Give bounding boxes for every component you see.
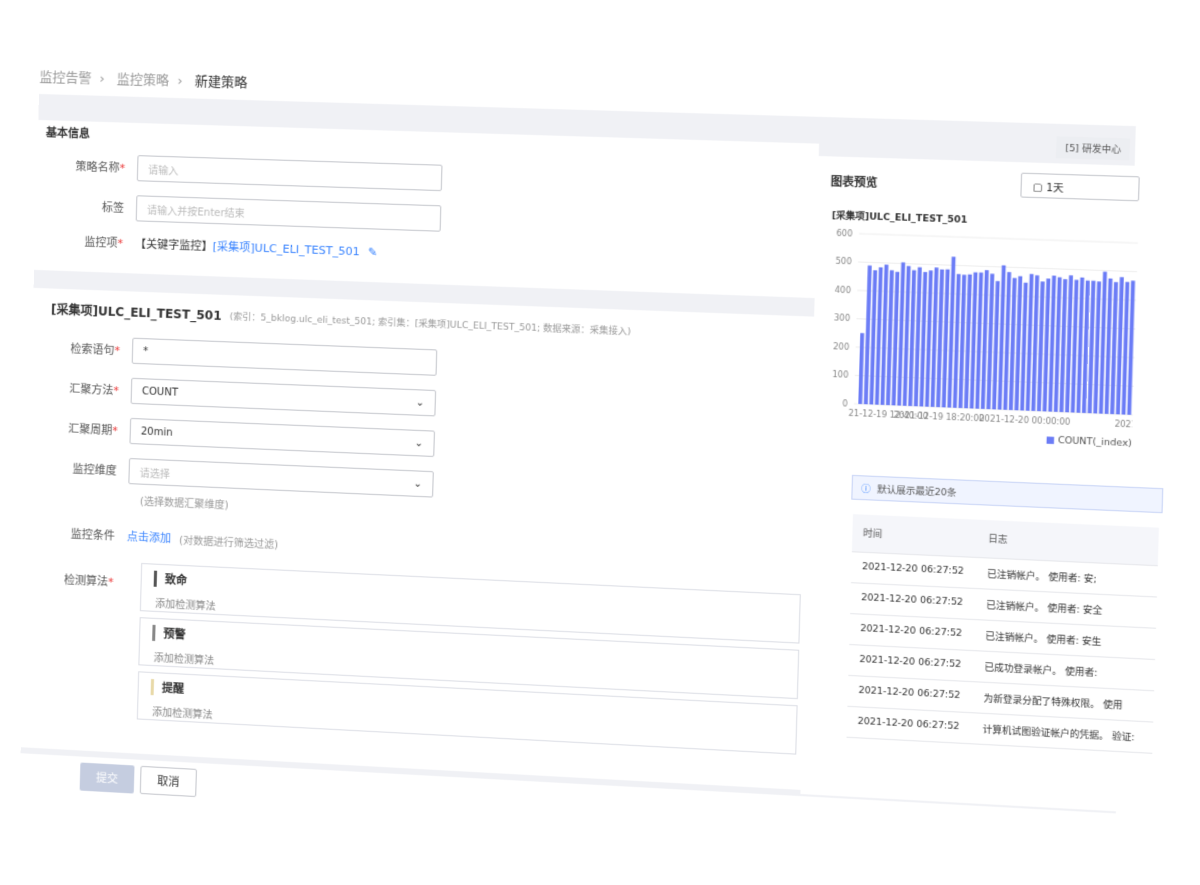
- edit-icon[interactable]: ✎: [368, 245, 378, 258]
- chevron-down-icon: ⌄: [413, 477, 423, 490]
- period-label: 汇聚周期*: [68, 422, 118, 438]
- monitor-item-link[interactable]: [采集项]ULC_ELI_TEST_501: [212, 238, 359, 259]
- y-tick-label: 400: [835, 285, 851, 295]
- y-tick-label: 600: [836, 229, 852, 239]
- monitor-type: 【关键字监控】: [134, 237, 213, 254]
- stmt-label: 检索语句*: [70, 342, 121, 358]
- condition-hint: (对数据进行筛选过滤): [178, 535, 279, 551]
- algorithm-label: 检测算法*: [63, 573, 114, 589]
- query-meta: (索引：5_bklog.ulc_eli_test_501; 索引集：[采集项]U…: [229, 312, 632, 338]
- tags-label: 标签: [101, 201, 125, 215]
- bar: [858, 333, 865, 405]
- y-tick-label: 500: [835, 257, 851, 267]
- y-tick-label: 0: [842, 399, 848, 409]
- y-tick-label: 200: [833, 342, 849, 352]
- period-select[interactable]: 20min ⌄: [129, 417, 435, 458]
- cancel-button[interactable]: 取消: [139, 765, 197, 798]
- chevron-down-icon: ⌄: [414, 437, 424, 449]
- y-tick-label: 100: [832, 370, 848, 380]
- dimension-label: 监控维度: [72, 462, 117, 478]
- breadcrumb-item[interactable]: 监控告警: [39, 70, 91, 86]
- x-tick-label: 2021-: [1114, 419, 1138, 429]
- notice-bar: ⓘ 默认展示最近20条: [851, 474, 1164, 514]
- aggregation-select[interactable]: COUNT ⌄: [130, 377, 437, 417]
- submit-button[interactable]: 提交: [79, 762, 135, 794]
- x-tick-label: 2021-12-20 00:00:00: [979, 414, 1071, 427]
- query-statement-input[interactable]: *: [131, 337, 438, 376]
- log-table: 时间 日志 2021-12-20 06:27:52 已注销帐户。 使用者: 安; 20…: [846, 514, 1159, 753]
- gridline: [859, 234, 1138, 243]
- breadcrumb: 监控告警 › 监控策略 › 新建策略: [39, 69, 248, 92]
- dimension-select[interactable]: 请选择 ⌄: [128, 458, 434, 498]
- monitor-item-label: 监控项*: [84, 235, 124, 250]
- info-icon: ⓘ: [860, 484, 871, 495]
- legend-swatch: ■: [1045, 435, 1055, 447]
- tags-input[interactable]: 请输入并按Enter结束: [135, 195, 442, 232]
- space-tag[interactable]: [5] 研发中心: [1056, 136, 1131, 161]
- x-tick-label: 2021-12-19 18:20:00: [894, 411, 985, 424]
- name-label: 策略名称*: [75, 160, 126, 175]
- add-condition-link[interactable]: 点击添加: [127, 528, 172, 546]
- preview-panel: 图表预览 ▢ 1天 [采集项]ULC_ELI_TEST_501 0 100 200 3…: [800, 156, 1164, 812]
- strategy-name-input[interactable]: 请输入: [136, 155, 443, 192]
- bar-chart: 010020030040050060021-12-19 12:40:002021…: [832, 229, 1139, 430]
- y-tick-label: 300: [834, 314, 850, 324]
- breadcrumb-item[interactable]: 监控策略: [117, 72, 170, 89]
- breadcrumb-current: 新建策略: [194, 74, 248, 92]
- dimension-hint: (选择数据汇聚维度): [139, 496, 229, 512]
- query-config-card: [采集项]ULC_ELI_TEST_501 (索引：5_bklog.ulc_el…: [20, 287, 854, 793]
- column-header: 时间: [851, 514, 979, 557]
- query-title: [采集项]ULC_ELI_TEST_501: [50, 302, 222, 323]
- chevron-down-icon: ⌄: [415, 396, 425, 409]
- calendar-icon: ▢: [1032, 181, 1047, 194]
- basic-info-card: 基本信息 策略名称* 请输入 标签 请输入并按Enter结束 监控项* 【关键字…: [34, 119, 820, 299]
- condition-label: 监控条件: [70, 527, 115, 543]
- section-title: 基本信息: [45, 126, 91, 141]
- time-cell: 2021-12-20 06:27:52: [846, 705, 973, 744]
- gridline: [858, 262, 1137, 272]
- preview-title: 图表预览: [830, 174, 878, 190]
- time-range-picker[interactable]: ▢ 1天: [1020, 172, 1140, 202]
- agg-label: 汇聚方法*: [69, 382, 120, 398]
